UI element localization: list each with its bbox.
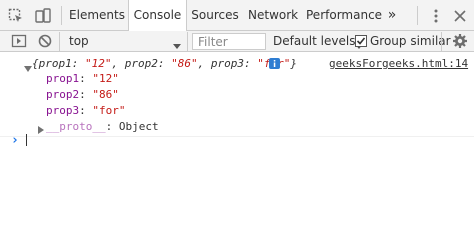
property-name: prop1 <box>46 72 80 85</box>
show-sidebar-icon[interactable] <box>11 33 27 52</box>
preview-key-prop3: , prop3: <box>197 57 258 70</box>
tab-sources[interactable]: Sources <box>190 0 240 31</box>
devtools-tab-bar: Elements Console Sources Network Perform… <box>0 0 474 32</box>
dropdown-arrow-icon[interactable] <box>173 38 181 52</box>
tab-network[interactable]: Network <box>248 0 298 31</box>
console-input-caret[interactable] <box>26 134 27 146</box>
proto-value: : Object <box>105 120 159 133</box>
source-link[interactable]: geeksForgeeks.html:14 <box>329 57 468 70</box>
property-row: prop1: "12" <box>46 72 119 85</box>
group-similar-checkbox[interactable] <box>355 35 367 50</box>
property-row: prop2: "86" <box>46 88 119 101</box>
expand-arrow-icon[interactable] <box>38 123 44 137</box>
row-divider <box>0 136 474 137</box>
inspect-element-icon[interactable] <box>8 8 24 27</box>
filter-field[interactable] <box>192 33 266 50</box>
tab-elements[interactable]: Elements <box>68 0 126 31</box>
clear-console-icon[interactable] <box>37 33 53 52</box>
preview-value-prop1: "12" <box>84 57 112 70</box>
preview-key-prop1: prop1: <box>38 57 85 70</box>
proto-name: __proto__ <box>46 120 106 133</box>
property-value: "86" <box>92 88 119 101</box>
settings-gear-icon[interactable] <box>452 33 468 52</box>
toolbar-divider <box>417 6 418 25</box>
device-toolbar-icon[interactable] <box>35 8 51 27</box>
property-value: "for" <box>92 104 126 117</box>
toolbar-divider <box>59 32 60 51</box>
preview-close-brace: } <box>290 57 297 70</box>
preview-value-prop2: "86" <box>171 57 198 70</box>
more-tabs-icon[interactable]: » <box>383 0 401 31</box>
preview-open-brace: { <box>32 57 39 70</box>
proto-row[interactable]: __proto__: Object <box>46 120 159 133</box>
close-icon[interactable] <box>452 8 468 27</box>
kebab-menu-icon[interactable] <box>428 8 444 27</box>
prompt-chevron-icon: › <box>11 133 19 148</box>
group-similar-label: Group similar <box>370 34 451 48</box>
object-preview[interactable]: {prop1: "12", prop2: "86", prop3: "for"} <box>32 57 297 70</box>
console-output: {prop1: "12", prop2: "86", prop3: "for"}… <box>0 52 474 210</box>
property-colon: : <box>79 104 93 117</box>
property-value: "12" <box>92 72 119 85</box>
property-row: prop3: "for" <box>46 104 126 117</box>
console-toolbar: top Default levels Group similar <box>0 31 474 52</box>
log-entry: {prop1: "12", prop2: "86", prop3: "for"}… <box>0 56 474 72</box>
property-name: prop2 <box>46 88 80 101</box>
toolbar-divider <box>187 32 188 51</box>
toolbar-divider <box>61 6 62 25</box>
context-selector[interactable]: top <box>69 34 89 48</box>
expand-arrow-icon[interactable] <box>24 61 32 75</box>
toolbar-divider <box>441 32 442 51</box>
tab-performance[interactable]: Performance <box>306 0 382 31</box>
property-colon: : <box>79 88 93 101</box>
info-icon[interactable] <box>269 58 280 72</box>
property-colon: : <box>79 72 93 85</box>
tab-console[interactable]: Console <box>128 0 187 32</box>
log-levels-dropdown[interactable]: Default levels <box>273 34 355 48</box>
filter-input[interactable] <box>193 34 265 49</box>
property-name: prop3 <box>46 104 80 117</box>
preview-key-prop2: , prop2: <box>111 57 172 70</box>
